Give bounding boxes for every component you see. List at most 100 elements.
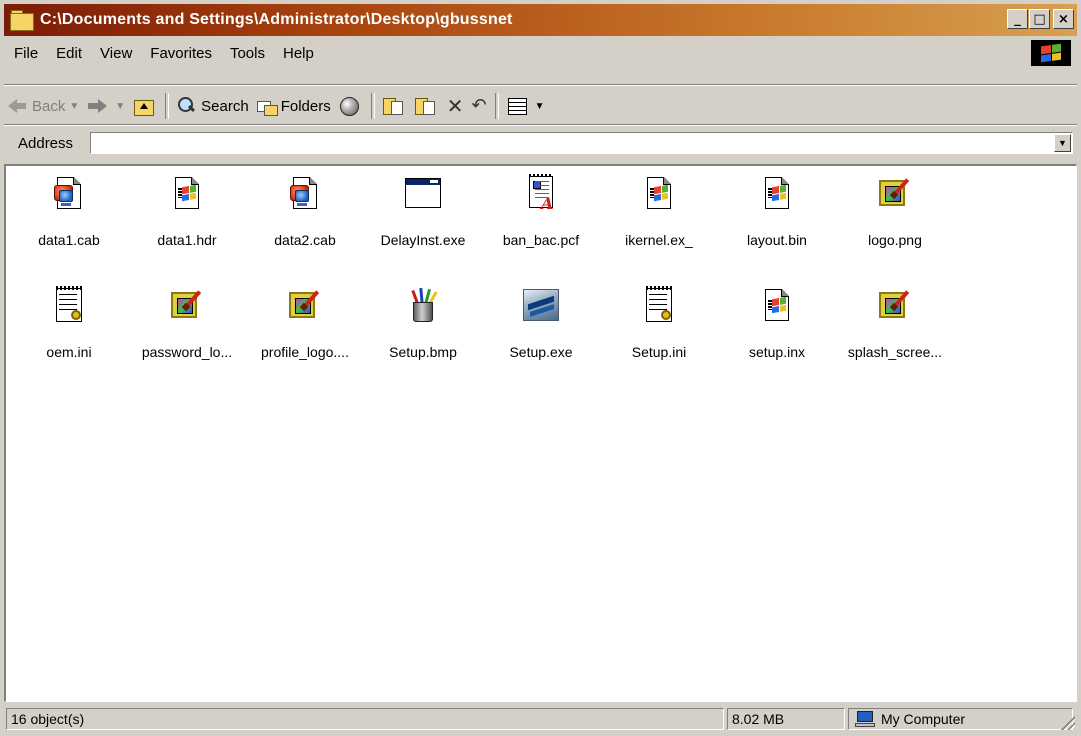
file-name: DelayInst.exe (380, 232, 466, 248)
search-label: Search (201, 97, 249, 115)
file-list-pane[interactable]: data1.cab data1.hdr data2.cab DelayInst.… (4, 164, 1077, 702)
file-item[interactable]: layout.bin (718, 174, 836, 262)
status-object-count: 16 object(s) (6, 708, 724, 730)
explorer-window: C:\Documents and Settings\Administrator\… (0, 0, 1081, 736)
menu-help[interactable]: Help (274, 45, 323, 62)
undo-button[interactable]: ↶ (468, 92, 491, 120)
status-zone: My Computer (848, 708, 1073, 730)
file-item[interactable]: ikernel.ex_ (600, 174, 718, 262)
menu-bar: File Edit View Favorites Tools Help (4, 38, 1077, 68)
chevron-down-icon[interactable]: ▼ (115, 101, 125, 112)
ini-file-icon (641, 286, 677, 324)
file-name: logo.png (868, 232, 922, 248)
folders-label: Folders (280, 97, 331, 115)
title-bar[interactable]: C:\Documents and Settings\Administrator\… (4, 4, 1077, 36)
file-name: data1.hdr (157, 232, 217, 248)
move-to-button[interactable] (379, 92, 411, 120)
back-button[interactable]: Back ▼ (4, 92, 83, 120)
image-file-icon (287, 288, 323, 324)
maximize-button[interactable]: □ (1029, 9, 1050, 29)
file-name: ban_bac.pcf (502, 232, 580, 248)
divider (4, 124, 1077, 126)
chevron-down-icon[interactable]: ▼ (69, 101, 79, 112)
forward-button[interactable]: ▼ (83, 92, 129, 120)
image-file-icon (877, 288, 913, 324)
windows-file-icon (641, 176, 677, 212)
cab-file-icon (51, 176, 87, 212)
folders-button[interactable]: Folders (253, 92, 335, 120)
file-item[interactable]: splash_scree... (836, 286, 954, 374)
file-item[interactable]: setup.inx (718, 286, 836, 374)
file-item[interactable]: logo.png (836, 174, 954, 262)
resize-grip[interactable] (1061, 716, 1075, 730)
address-bar: Address ▼ (4, 128, 1077, 158)
toolbar-separator (494, 93, 499, 119)
folders-icon (256, 96, 278, 116)
minimize-button[interactable]: _ (1007, 9, 1028, 29)
search-button[interactable]: Search (173, 92, 253, 120)
file-name: splash_scree... (847, 344, 943, 360)
windows-file-icon (759, 176, 795, 212)
file-name: oem.ini (46, 344, 92, 360)
up-folder-icon (133, 96, 155, 116)
menu-tools[interactable]: Tools (221, 45, 274, 62)
menu-view[interactable]: View (91, 45, 141, 62)
file-item[interactable]: DelayInst.exe (364, 174, 482, 262)
toolbar: Back ▼ ▼ Search Folders ✕ ↶ ▼ (4, 90, 1077, 122)
status-bar: 16 object(s) 8.02 MB My Computer (4, 706, 1077, 732)
address-input[interactable]: ▼ (90, 132, 1073, 154)
divider (4, 84, 1077, 86)
file-name: Setup.bmp (389, 344, 457, 360)
delete-icon: ✕ (446, 94, 464, 118)
paint-bitmap-icon (405, 287, 441, 324)
file-item[interactable]: data1.hdr (128, 174, 246, 262)
close-button[interactable]: × (1053, 9, 1074, 29)
search-icon (177, 96, 197, 116)
file-item[interactable]: profile_logo.... (246, 286, 364, 374)
menu-file[interactable]: File (4, 45, 47, 62)
file-item[interactable]: Setup.ini (600, 286, 718, 374)
views-button[interactable]: ▼ (503, 92, 549, 120)
toolbar-separator (165, 93, 170, 119)
back-arrow-icon (8, 96, 28, 116)
windows-file-icon (759, 288, 795, 324)
folder-icon (10, 10, 34, 31)
status-zone-label: My Computer (881, 711, 966, 727)
up-button[interactable] (129, 92, 161, 120)
status-size: 8.02 MB (727, 708, 845, 730)
move-to-icon (382, 96, 403, 116)
file-item[interactable]: data1.cab (10, 174, 128, 262)
menu-edit[interactable]: Edit (47, 45, 91, 62)
file-name: setup.inx (748, 344, 806, 360)
back-label: Back (32, 97, 66, 115)
file-item[interactable]: A ban_bac.pcf (482, 174, 600, 262)
file-item[interactable]: Setup.exe (482, 286, 600, 374)
delete-button[interactable]: ✕ (443, 92, 468, 120)
history-icon (339, 96, 359, 116)
copy-to-button[interactable] (411, 92, 443, 120)
history-button[interactable] (335, 92, 367, 120)
copy-to-icon (414, 96, 435, 116)
ini-file-icon (51, 286, 87, 324)
file-item[interactable]: password_lo... (128, 286, 246, 374)
file-name: data1.cab (38, 232, 100, 248)
menu-favorites[interactable]: Favorites (141, 45, 221, 62)
file-name: ikernel.ex_ (625, 232, 693, 248)
image-file-icon (169, 288, 205, 324)
cab-file-icon (287, 176, 323, 212)
windows-file-icon (169, 176, 205, 212)
exe-window-icon (405, 176, 441, 212)
address-dropdown-button[interactable]: ▼ (1054, 134, 1071, 152)
views-icon (507, 96, 527, 116)
chevron-down-icon[interactable]: ▼ (535, 101, 545, 112)
address-label: Address (18, 134, 74, 152)
windows-logo-icon (1031, 40, 1071, 66)
file-item[interactable]: Setup.bmp (364, 286, 482, 374)
file-name: Setup.exe (509, 344, 573, 360)
file-item[interactable]: data2.cab (246, 174, 364, 262)
file-item[interactable]: oem.ini (10, 286, 128, 374)
image-file-icon (877, 176, 913, 212)
window-title: C:\Documents and Settings\Administrator\… (40, 11, 513, 28)
undo-icon: ↶ (471, 95, 487, 116)
forward-arrow-icon (87, 96, 108, 116)
